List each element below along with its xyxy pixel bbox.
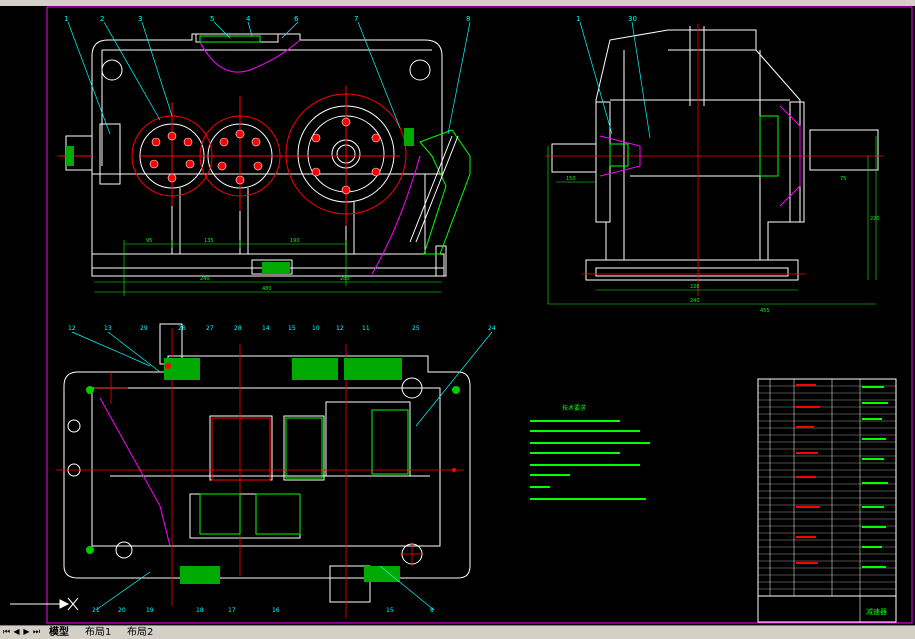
- balloon: 20: [118, 607, 126, 614]
- dim-label: 455: [760, 308, 770, 314]
- dim-label: 95: [146, 238, 152, 244]
- title-block-heading: 减速器: [866, 607, 887, 616]
- balloon: 2: [100, 15, 104, 23]
- balloon: 12: [68, 325, 76, 332]
- dim-label: 220: [870, 216, 880, 222]
- balloon: 18: [196, 607, 204, 614]
- dim-label: 240: [690, 298, 700, 304]
- balloon: 30: [628, 15, 637, 23]
- front-leaders: [67, 21, 471, 135]
- layout-tab-bar: ⏮ ◀ ▶ ⏭ 模型 布局1 布局2: [0, 625, 915, 639]
- dim-label: 220: [690, 284, 700, 290]
- drawing-canvas[interactable]: 1 2 3 5 4 6 7 8 95 135 190 240 280 480 2…: [0, 6, 915, 625]
- balloon: 14: [262, 325, 270, 332]
- tab-model[interactable]: 模型: [46, 626, 72, 639]
- balloon: 5: [210, 15, 214, 23]
- balloon: 21: [92, 607, 100, 614]
- balloon: 3: [138, 15, 142, 23]
- top-leaders: [71, 331, 493, 611]
- balloon: 27: [206, 325, 214, 332]
- ucs-icon: [10, 597, 79, 611]
- balloon: 8: [430, 607, 434, 614]
- parts-list: 减速器: [757, 378, 897, 623]
- balloon: 19: [146, 607, 154, 614]
- front-balloons: 1 2 3 5 4 6 7 8: [64, 15, 470, 23]
- side-dimensions: [547, 136, 877, 305]
- dim-label: 480: [262, 286, 272, 292]
- balloon: 25: [412, 325, 420, 332]
- last-tab-icon[interactable]: ⏭: [32, 627, 41, 637]
- balloon: 13: [104, 325, 112, 332]
- dim-label: 75: [840, 176, 846, 182]
- tech-notes: 技术要求: [530, 404, 650, 500]
- balloon: 17: [228, 607, 236, 614]
- side-centerlines: [546, 24, 884, 296]
- balloon: 16: [272, 607, 280, 614]
- dim-label: 190: [290, 238, 300, 244]
- side-dim-text: 220 240 455 75 220 150: [566, 176, 880, 314]
- dim-label: 150: [566, 176, 576, 182]
- frame-border: [46, 6, 913, 624]
- front-view: [65, 33, 447, 277]
- balloon: 8: [466, 15, 470, 23]
- dim-label: 280: [340, 276, 350, 282]
- tech-notes-title: 技术要求: [562, 404, 586, 412]
- front-section-detail: [66, 35, 471, 275]
- first-tab-icon[interactable]: ⏮: [2, 627, 11, 637]
- balloon: 12: [336, 325, 344, 332]
- balloon: 26: [178, 325, 186, 332]
- next-tab-icon[interactable]: ▶: [22, 627, 31, 637]
- balloon: 6: [294, 15, 299, 23]
- balloon: 11: [362, 325, 370, 332]
- dim-label: 135: [204, 238, 214, 244]
- side-balloons: 1 30: [576, 15, 637, 23]
- balloon: 15: [386, 607, 394, 614]
- balloon: 7: [354, 15, 358, 23]
- tab-layout2[interactable]: 布局2: [124, 626, 156, 639]
- balloon: 15: [288, 325, 296, 332]
- balloon: 1: [64, 15, 68, 23]
- side-view: [551, 26, 879, 281]
- top-balloons-lower: 21 20 19 18 17 16 15 8: [92, 607, 434, 614]
- prev-tab-icon[interactable]: ◀: [12, 627, 21, 637]
- balloon: 24: [488, 325, 496, 332]
- top-balloons-upper: 12 13 29 26 27 28 14 15 10 12 11 25 24: [68, 325, 496, 332]
- balloon: 29: [140, 325, 148, 332]
- balloon: 4: [246, 15, 251, 23]
- top-hatching: [86, 358, 460, 584]
- top-view: [63, 323, 471, 603]
- dim-label: 240: [200, 276, 210, 282]
- balloon: 10: [312, 325, 320, 332]
- balloon: 28: [234, 325, 242, 332]
- balloon: 1: [576, 15, 580, 23]
- tab-layout1[interactable]: 布局1: [82, 626, 114, 639]
